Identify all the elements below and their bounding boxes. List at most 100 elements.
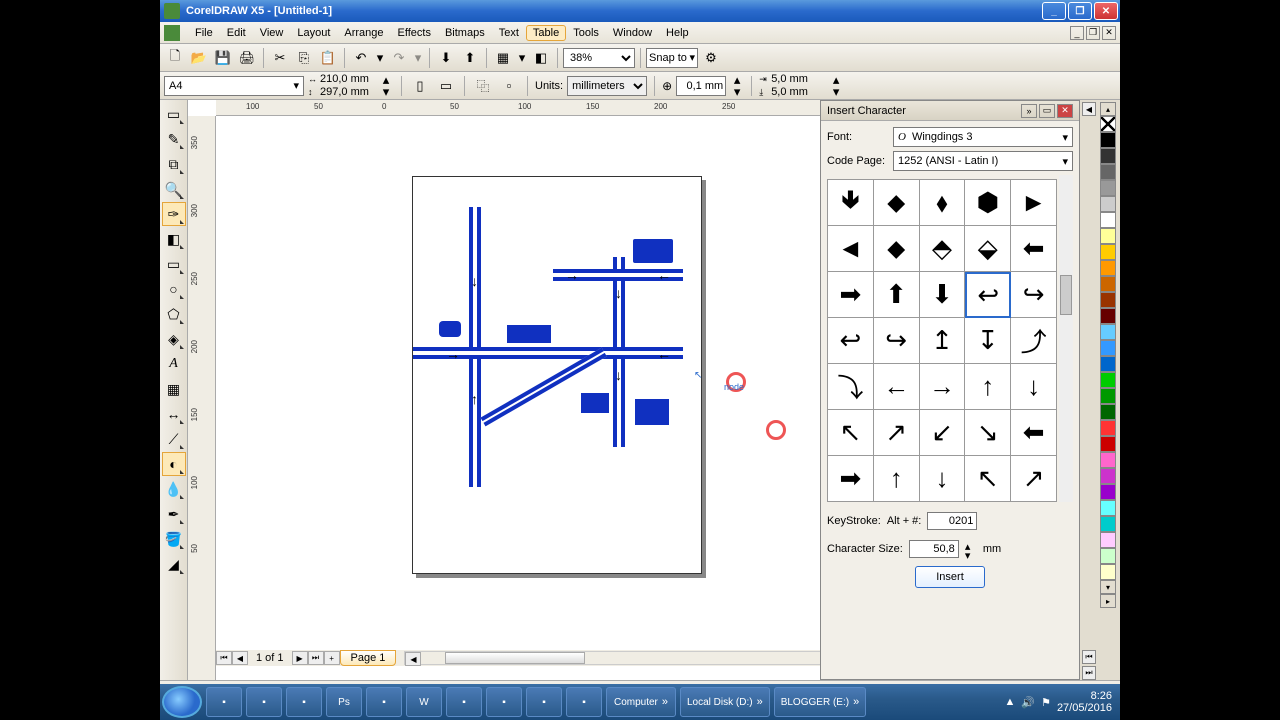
glyph-cell[interactable]: ↪ [1011,272,1057,318]
color-swatch[interactable] [1100,484,1116,500]
color-swatch[interactable] [1100,276,1116,292]
dup-y[interactable]: 5,0 mm [771,86,825,98]
palette-flyout[interactable]: ▸ [1100,594,1116,608]
taskbar-app[interactable]: ▪ [446,687,482,717]
char-size-input[interactable] [909,540,959,558]
polygon-tool[interactable]: ⬠ [162,302,186,326]
start-button[interactable] [162,686,202,718]
color-swatch[interactable] [1100,340,1116,356]
color-swatch[interactable] [1100,308,1116,324]
page-prev-button[interactable]: ◀ [232,651,248,665]
glyph-cell[interactable]: ⬧ [920,180,966,226]
table-tool[interactable]: ▦ [162,377,186,401]
maximize-button[interactable]: ❐ [1068,2,1092,20]
connector-tool[interactable]: ⟋ [162,427,186,451]
docker-close-button[interactable]: ✕ [1057,104,1073,118]
taskbar-app[interactable]: ▪ [566,687,602,717]
taskbar-label[interactable]: Computer » [606,687,676,717]
color-swatch[interactable] [1100,324,1116,340]
shape-tool[interactable]: ✎ [162,127,186,151]
taskbar-app[interactable]: Ps [326,687,362,717]
glyph-cell[interactable]: ⤵ [828,364,874,410]
codepage-select[interactable]: 1252 (ANSI - Latin I)▾ [893,151,1073,171]
undo-dropdown[interactable]: ▾ [374,47,386,69]
menu-help[interactable]: Help [659,25,696,41]
glyph-cell[interactable]: ↑ [874,456,920,502]
ellipse-tool[interactable]: ○ [162,277,186,301]
print-button[interactable]: 🖨 [236,47,258,69]
zoom-tool[interactable]: 🔍 [162,177,186,201]
grid-scrollbar[interactable] [1059,175,1073,502]
taskbar-app[interactable]: W [406,687,442,717]
color-swatch[interactable] [1100,228,1116,244]
minimize-button[interactable]: _ [1042,2,1066,20]
docker-undock-button[interactable]: ▭ [1039,104,1055,118]
glyph-cell[interactable]: ⬇ [920,272,966,318]
portrait-button[interactable]: ▯ [409,75,431,97]
taskbar-label[interactable]: BLOGGER (E:) » [774,687,866,717]
character-grid[interactable]: 🢃⬥⬧⬢►◄⬥⬘⬙⬅➡⬆⬇↩↪↩↪↥↧⤴⤵←→↑↓↖↗↙↘⬅➡↑↓↖↗ [827,179,1057,502]
insert-button[interactable]: Insert [915,566,985,588]
glyph-cell[interactable]: ↩ [965,272,1011,318]
current-page-button[interactable]: ▫ [498,75,520,97]
app-launcher-dropdown[interactable]: ▾ [516,47,528,69]
save-button[interactable]: 💾 [212,47,234,69]
taskbar-app[interactable]: ▪ [206,687,242,717]
color-swatch[interactable] [1100,180,1116,196]
glyph-cell[interactable]: ↪ [874,318,920,364]
keystroke-input[interactable] [927,512,977,530]
size-down[interactable]: ▾ [965,549,977,558]
basic-shapes-tool[interactable]: ◈ [162,327,186,351]
glyph-cell[interactable]: ↥ [920,318,966,364]
redo-button[interactable]: ↷ [388,47,410,69]
text-tool[interactable]: A [162,352,186,376]
glyph-cell[interactable]: ⬅ [1011,226,1057,272]
color-swatch[interactable] [1100,420,1116,436]
taskbar[interactable]: ▪▪▪Ps▪W▪▪▪▪ Computer »Local Disk (D:) »B… [160,684,1120,720]
glyph-cell[interactable]: ↑ [965,364,1011,410]
glyph-cell[interactable]: ⬢ [965,180,1011,226]
glyph-cell[interactable]: ↩ [828,318,874,364]
menu-edit[interactable]: Edit [220,25,253,41]
export-button[interactable]: ⬆ [459,47,481,69]
copy-button[interactable]: ⎘ [293,47,315,69]
no-color-swatch[interactable] [1100,116,1116,132]
width-spinner-down[interactable]: ▾ [378,86,394,98]
docker-scroll-left[interactable]: ◀ [1082,102,1096,116]
close-button[interactable]: ✕ [1094,2,1118,20]
color-swatch[interactable] [1100,564,1116,580]
docker-nav-first[interactable]: ⏮ [1082,650,1096,664]
page-next-button[interactable]: ▶ [292,651,308,665]
ruler-vertical[interactable]: 35030025020015010050 [188,116,216,680]
import-button[interactable]: ⬇ [435,47,457,69]
welcome-button[interactable]: ◧ [530,47,552,69]
app-launcher-button[interactable]: ▦ [492,47,514,69]
nudge-input[interactable] [676,76,726,96]
glyph-cell[interactable]: 🢃 [828,180,874,226]
color-swatch[interactable] [1100,388,1116,404]
interactive-tool[interactable]: ◐ [162,452,186,476]
glyph-cell[interactable]: ⬅ [1011,410,1057,456]
canvas-area[interactable]: millimeters 10050050100150200250 3503002… [188,100,1120,680]
cut-button[interactable]: ✂ [269,47,291,69]
paper-size-select[interactable]: A4▾ [164,76,304,96]
color-swatch[interactable] [1100,436,1116,452]
all-pages-button[interactable]: ⿻ [472,75,494,97]
color-swatch[interactable] [1100,292,1116,308]
glyph-cell[interactable]: ◄ [828,226,874,272]
docker-nav-last[interactable]: ⏭ [1082,666,1096,680]
color-swatch[interactable] [1100,148,1116,164]
glyph-cell[interactable]: → [920,364,966,410]
palette-down[interactable]: ▾ [1100,580,1116,594]
color-swatch[interactable] [1100,548,1116,564]
eyedropper-tool[interactable]: 💧 [162,477,186,501]
undo-button[interactable]: ↶ [350,47,372,69]
color-swatch[interactable] [1100,500,1116,516]
glyph-cell[interactable]: ➡ [828,456,874,502]
page-last-button[interactable]: ⏭ [308,651,324,665]
doc-close-button[interactable]: ✕ [1102,26,1116,40]
palette-up[interactable]: ▴ [1100,102,1116,116]
zoom-select[interactable]: 38% [563,48,635,68]
fill-tool[interactable]: 🪣 [162,527,186,551]
color-swatch[interactable] [1100,404,1116,420]
